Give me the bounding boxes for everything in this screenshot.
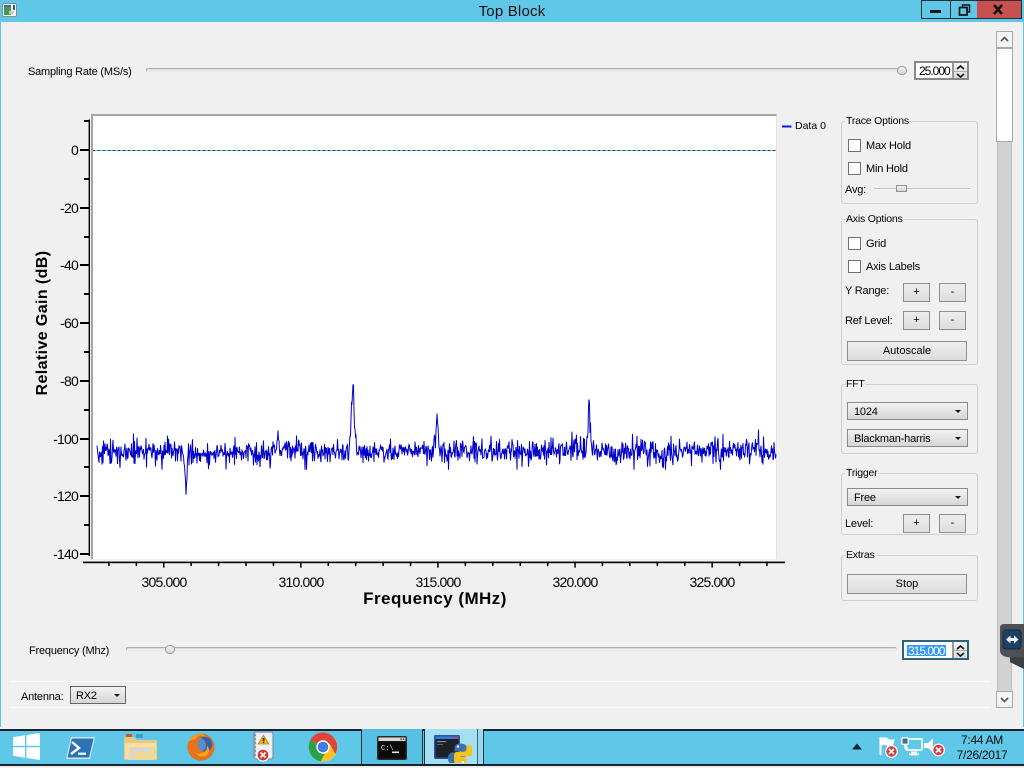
svg-text:C:\: C:\	[381, 745, 394, 753]
